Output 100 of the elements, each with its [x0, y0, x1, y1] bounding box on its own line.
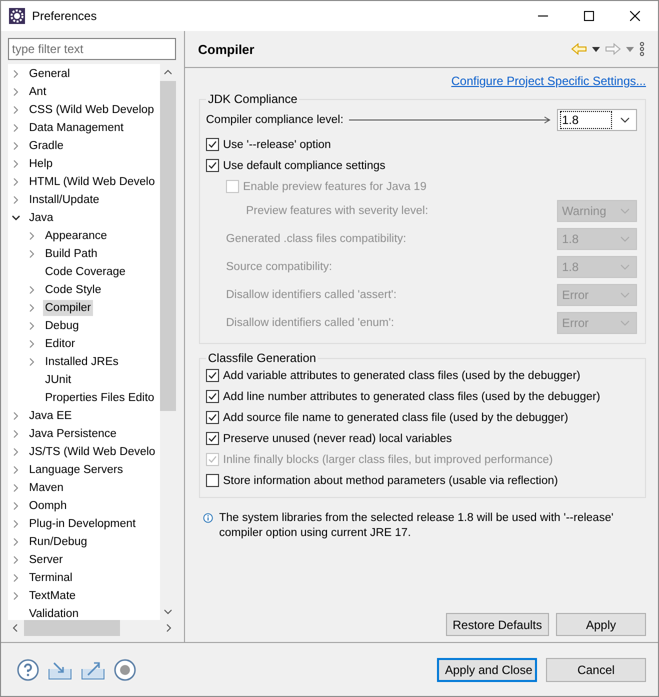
chevron-right-icon[interactable]: [28, 250, 36, 258]
chevron-down-icon[interactable]: [12, 214, 20, 222]
page-button[interactable]: Restore Defaults: [446, 613, 549, 636]
back-arrow-icon[interactable]: [571, 43, 587, 55]
checkbox[interactable]: [206, 369, 219, 382]
checkbox[interactable]: [206, 474, 219, 487]
tree-item[interactable]: Gradle: [27, 138, 66, 154]
chevron-right-icon[interactable]: [12, 592, 20, 600]
tree-item[interactable]: Installed JREs: [43, 354, 121, 370]
page-button[interactable]: Apply: [556, 613, 646, 636]
chevron-right-icon[interactable]: [12, 484, 20, 492]
chevron-right-icon[interactable]: [12, 70, 20, 78]
tree-item[interactable]: Java EE: [27, 408, 74, 424]
chevron-right-icon[interactable]: [12, 466, 20, 474]
scroll-up-icon[interactable]: [164, 69, 172, 75]
field-label: Disallow identifiers called 'assert':: [226, 289, 397, 301]
scroll-down-icon[interactable]: [164, 609, 172, 615]
tree-item[interactable]: Properties Files Edito: [43, 390, 156, 406]
chevron-right-icon[interactable]: [12, 520, 20, 528]
chevron-right-icon[interactable]: [28, 286, 36, 294]
dialog-button[interactable]: Cancel: [546, 658, 646, 682]
tree-item[interactable]: Build Path: [43, 246, 100, 262]
configure-link[interactable]: Configure Project Specific Settings...: [451, 74, 646, 92]
tree-item[interactable]: Maven: [27, 480, 66, 496]
checkbox[interactable]: [206, 411, 219, 424]
chevron-right-icon[interactable]: [12, 430, 20, 438]
chevron-right-icon[interactable]: [12, 88, 20, 96]
filter-field[interactable]: type filter text: [8, 38, 176, 60]
tree-item[interactable]: Plug-in Development: [27, 516, 138, 532]
chevron-right-icon[interactable]: [28, 358, 36, 366]
scroll-right-icon[interactable]: [166, 624, 172, 632]
chevron-right-icon[interactable]: [12, 196, 20, 204]
tree-item[interactable]: Appearance: [43, 228, 110, 244]
tree-item[interactable]: Help: [27, 156, 55, 172]
checkbox-label: Use '--release' option: [223, 138, 331, 150]
chevron-right-icon[interactable]: [28, 322, 36, 330]
scrollbar-thumb[interactable]: [24, 620, 120, 636]
tree-item[interactable]: HTML (Wild Web Develo: [27, 174, 157, 190]
tree-item[interactable]: JUnit: [43, 372, 74, 388]
chevron-right-icon[interactable]: [12, 178, 20, 186]
chevron-right-icon[interactable]: [12, 502, 20, 510]
tree-item[interactable]: Language Servers: [27, 462, 125, 478]
chevron-right-icon[interactable]: [12, 160, 20, 168]
tree-item[interactable]: Terminal: [27, 570, 74, 586]
checkbox[interactable]: [206, 159, 219, 172]
help-icon[interactable]: [17, 658, 39, 680]
info-message: The system libraries from the selected release 1.8 will be used with '--release' compiler option using current JRE 17.: [219, 511, 614, 541]
record-icon[interactable]: [114, 658, 136, 680]
chevron-right-icon[interactable]: [28, 340, 36, 348]
tree-item[interactable]: Editor: [43, 336, 78, 352]
tree-item[interactable]: General: [27, 66, 72, 82]
checkbox-label: Inline finally blocks (larger class files, but improved performance): [223, 454, 553, 466]
tree-item[interactable]: Debug: [43, 318, 81, 334]
tree-item[interactable]: JS/TS (Wild Web Develo: [27, 444, 158, 460]
dialog-button[interactable]: Apply and Close: [437, 658, 537, 682]
chevron-right-icon[interactable]: [12, 556, 20, 564]
chevron-down-icon: [620, 320, 630, 326]
tree-item[interactable]: Code Coverage: [43, 264, 128, 280]
tree-item[interactable]: Validation: [27, 606, 81, 620]
tree-item[interactable]: Code Style: [43, 282, 104, 298]
chevron-down-icon: [620, 236, 630, 242]
field-label: Generated .class files compatibility:: [226, 233, 406, 245]
chevron-right-icon[interactable]: [12, 574, 20, 582]
dropdown-caret-icon[interactable]: [592, 46, 600, 52]
checkbox-label: Preserve unused (never read) local variables: [223, 432, 452, 444]
tree-item[interactable]: TextMate: [27, 588, 78, 604]
scroll-left-icon[interactable]: [12, 624, 18, 632]
close-icon: [630, 11, 640, 21]
tree-item[interactable]: Java: [27, 210, 56, 226]
chevron-right-icon[interactable]: [28, 304, 36, 312]
tree-item[interactable]: Server: [27, 552, 65, 568]
tree-item[interactable]: Java Persistence: [27, 426, 119, 442]
tree-item[interactable]: Ant: [27, 84, 48, 100]
forward-arrow-icon[interactable]: [605, 43, 621, 55]
checkbox-label: Use default compliance settings: [223, 160, 386, 172]
checkbox[interactable]: [206, 390, 219, 403]
group-title: JDK Compliance: [207, 92, 298, 106]
chevron-right-icon[interactable]: [28, 232, 36, 240]
tree-item[interactable]: Compiler: [43, 300, 94, 316]
chevron-right-icon[interactable]: [12, 412, 20, 420]
checkbox-label: Store information about method parameters (usable via reflection): [223, 474, 558, 486]
checkbox-label: Add line number attributes to generated class files (used by the debugger): [223, 390, 600, 402]
tree-item[interactable]: CSS (Wild Web Develop: [27, 102, 156, 118]
dropdown[interactable]: 1.8: [557, 109, 637, 131]
checkbox[interactable]: [206, 138, 219, 151]
checkbox[interactable]: [206, 432, 219, 445]
export-icon[interactable]: [81, 660, 105, 680]
tree-item[interactable]: Data Management: [27, 120, 126, 136]
chevron-right-icon[interactable]: [12, 124, 20, 132]
chevron-right-icon[interactable]: [12, 142, 20, 150]
chevron-right-icon[interactable]: [12, 538, 20, 546]
tree-item[interactable]: Oomph: [27, 498, 69, 514]
tree-item[interactable]: Install/Update: [27, 192, 102, 208]
scrollbar-thumb[interactable]: [160, 81, 176, 411]
import-icon[interactable]: [48, 660, 72, 680]
chevron-right-icon[interactable]: [12, 448, 20, 456]
chevron-down-icon: [620, 117, 630, 123]
menu-icon[interactable]: [639, 42, 645, 56]
chevron-right-icon[interactable]: [12, 106, 20, 114]
tree-item[interactable]: Run/Debug: [27, 534, 90, 550]
